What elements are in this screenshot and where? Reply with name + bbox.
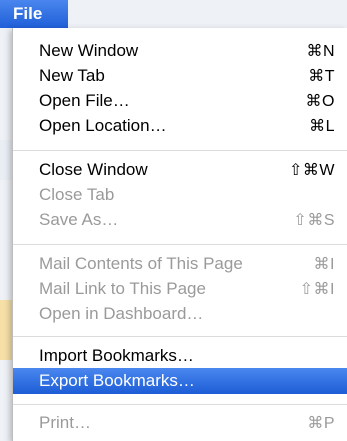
menu-item-shortcut: ⇧⌘I: [299, 281, 335, 298]
menu-item-print: Print… ⌘P: [13, 410, 347, 436]
menu-item-open-location[interactable]: Open Location… ⌘L: [13, 113, 347, 139]
menu-item-new-tab[interactable]: New Tab ⌘T: [13, 63, 347, 89]
menu-item-open-file[interactable]: Open File… ⌘O: [13, 88, 347, 114]
menu-item-shortcut: ⇧⌘S: [293, 212, 335, 229]
menu-item-open-in-dashboard: Open in Dashboard…: [13, 301, 347, 327]
menu-separator: [13, 150, 347, 151]
menu-item-label: Import Bookmarks…: [39, 346, 194, 365]
menu-item-shortcut: ⌘I: [313, 256, 335, 273]
menu-item-shortcut: ⌘T: [308, 68, 335, 85]
menu-item-label: Open in Dashboard…: [39, 304, 204, 323]
file-menu-dropdown: New Window ⌘N New Tab ⌘T Open File… ⌘O O…: [12, 28, 347, 441]
menu-item-shortcut: ⌘P: [307, 415, 335, 432]
menu-item-label: Open Location…: [39, 116, 167, 135]
menu-item-shortcut: ⇧⌘W: [288, 162, 335, 179]
menu-item-label: Mail Link to This Page: [39, 279, 206, 298]
menu-item-new-window[interactable]: New Window ⌘N: [13, 38, 347, 64]
menu-item-label: Mail Contents of This Page: [39, 254, 243, 273]
menu-separator: [13, 336, 347, 337]
menu-item-mail-link: Mail Link to This Page ⇧⌘I: [13, 276, 347, 302]
file-menu-title[interactable]: File: [0, 0, 68, 28]
menu-item-shortcut: ⌘O: [305, 93, 335, 110]
menu-item-mail-contents: Mail Contents of This Page ⌘I: [13, 251, 347, 277]
menu-item-label: New Tab: [39, 66, 105, 85]
menu-item-label: Save As…: [39, 210, 119, 229]
menu-item-shortcut: ⌘N: [306, 43, 335, 60]
menu-item-label: Open File…: [39, 91, 130, 110]
menu-item-close-window[interactable]: Close Window ⇧⌘W: [13, 157, 347, 183]
menu-separator: [13, 404, 347, 405]
menu-separator: [13, 244, 347, 245]
menu-item-label: Print…: [39, 413, 91, 432]
menu-item-import-bookmarks[interactable]: Import Bookmarks…: [13, 343, 347, 369]
menu-item-shortcut: ⌘L: [309, 118, 335, 135]
menu-item-label: Close Window: [39, 160, 148, 179]
menu-item-save-as: Save As… ⇧⌘S: [13, 207, 347, 233]
menu-item-label: Export Bookmarks…: [39, 371, 195, 390]
menu-item-label: Close Tab: [39, 185, 115, 204]
menu-item-export-bookmarks[interactable]: Export Bookmarks…: [13, 368, 347, 394]
menu-item-label: New Window: [39, 41, 139, 60]
menu-item-close-tab: Close Tab: [13, 182, 347, 208]
